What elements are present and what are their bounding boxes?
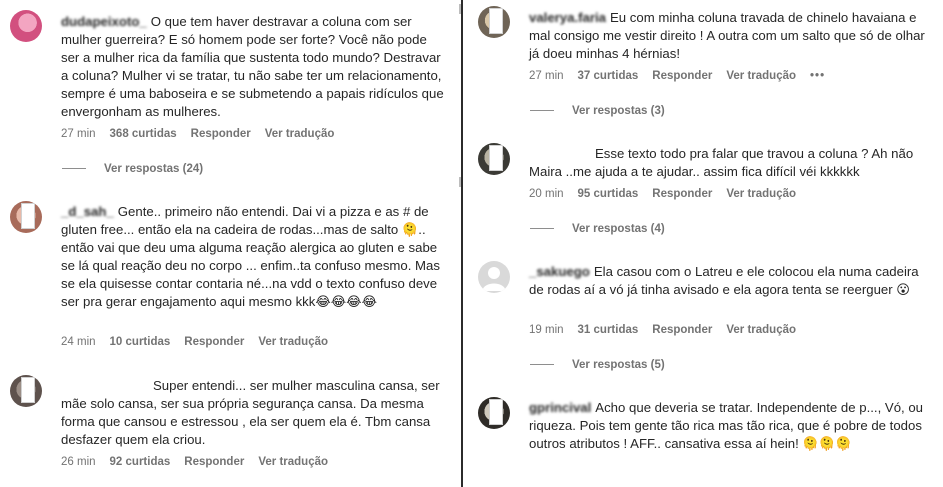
view-replies-label[interactable]: Ver respostas (3) — [572, 105, 665, 117]
scroll-marker — [459, 4, 461, 14]
replies-line — [62, 168, 86, 170]
comment-meta: 26 min 92 curtidas Responder Ver tradução — [61, 456, 342, 468]
comment-time: 27 min — [61, 128, 96, 140]
comment-meta: 27 min 37 curtidas Responder Ver tradução ••… — [529, 70, 839, 82]
reply-button[interactable]: Responder — [184, 456, 244, 468]
comment-body: O que tem haver destravar a coluna com s… — [61, 14, 444, 119]
comment-likes[interactable]: 368 curtidas — [110, 128, 177, 140]
replies-line — [530, 228, 554, 230]
comment-username[interactable]: valerya.faria — [529, 10, 606, 25]
comment-likes[interactable]: 37 curtidas — [578, 70, 639, 82]
comment-meta: 24 min 10 curtidas Responder Ver tradução — [61, 336, 342, 348]
view-replies-button[interactable]: Ver respostas (5) — [530, 359, 665, 371]
comment-time: 27 min — [529, 70, 564, 82]
avatar[interactable] — [478, 397, 510, 429]
avatar[interactable] — [478, 143, 510, 175]
replies-line — [530, 364, 554, 366]
avatar[interactable] — [10, 201, 42, 233]
view-replies-button[interactable]: Ver respostas (24) — [62, 163, 203, 175]
comment-time: 19 min — [529, 324, 564, 336]
comment-body: Esse texto todo pra falar que travou a c… — [529, 146, 914, 179]
comment-time: 24 min — [61, 336, 96, 348]
avatar-redaction — [489, 8, 503, 34]
view-replies-button[interactable]: Ver respostas (4) — [530, 223, 665, 235]
avatar-redaction — [489, 399, 503, 425]
left-comments-panel: dudapeixoto_ O que tem haver destravar a … — [0, 0, 455, 487]
reply-button[interactable]: Responder — [652, 70, 712, 82]
comment-likes[interactable]: 92 curtidas — [110, 456, 171, 468]
comment-text: Super entendi... ser mulher masculina ca… — [61, 377, 446, 449]
translate-button[interactable]: Ver tradução — [258, 336, 328, 348]
comment-username[interactable]: _sakuego — [529, 264, 590, 279]
avatar[interactable] — [478, 261, 510, 293]
translate-button[interactable]: Ver tradução — [726, 324, 796, 336]
comment-time: 20 min — [529, 188, 564, 200]
panel-divider — [461, 0, 463, 487]
avatar[interactable] — [10, 375, 42, 407]
comment-username[interactable]: _d_sah_ — [61, 204, 114, 219]
more-options-icon[interactable]: ••• — [810, 70, 825, 82]
comment-meta: 19 min 31 curtidas Responder Ver tradução — [529, 324, 810, 336]
view-replies-button[interactable]: Ver respostas (3) — [530, 105, 665, 117]
comment-likes[interactable]: 10 curtidas — [110, 336, 171, 348]
reply-button[interactable]: Responder — [652, 324, 712, 336]
comment-likes[interactable]: 95 curtidas — [578, 188, 639, 200]
avatar-redaction — [21, 377, 35, 403]
comment-body: Gente.. primeiro não entendi. Dai vi a p… — [61, 204, 440, 309]
default-avatar-icon — [482, 267, 506, 291]
translate-button[interactable]: Ver tradução — [726, 70, 796, 82]
comment-time: 26 min — [61, 456, 96, 468]
translate-button[interactable]: Ver tradução — [265, 128, 335, 140]
comment-text: valerya.faria Eu com minha coluna travada… — [529, 9, 934, 63]
comment-text: gprincival Acho que deveria se tratar. In… — [529, 399, 934, 453]
avatar-redaction — [489, 145, 503, 171]
avatar[interactable] — [478, 6, 510, 38]
comment-meta: 27 min 368 curtidas Responder Ver tradução — [61, 128, 348, 140]
comment-text: Esse texto todo pra falar que travou a c… — [529, 145, 934, 181]
view-replies-label[interactable]: Ver respostas (5) — [572, 359, 665, 371]
comment-username[interactable]: gprincival — [529, 400, 591, 415]
view-replies-label[interactable]: Ver respostas (24) — [104, 163, 203, 175]
translate-button[interactable]: Ver tradução — [258, 456, 328, 468]
comment-username[interactable]: dudapeixoto_ — [61, 14, 147, 29]
avatar[interactable] — [10, 10, 42, 42]
comment-likes[interactable]: 31 curtidas — [578, 324, 639, 336]
right-comments-panel: valerya.faria Eu com minha coluna travada… — [468, 0, 943, 487]
view-replies-label[interactable]: Ver respostas (4) — [572, 223, 665, 235]
reply-button[interactable]: Responder — [191, 128, 251, 140]
comment-text: _d_sah_ Gente.. primeiro não entendi. Dai… — [61, 203, 446, 311]
comment-body: Super entendi... ser mulher masculina ca… — [61, 378, 440, 447]
comment-text: _sakuego Ela casou com o Latreu e ele col… — [529, 263, 934, 299]
avatar-redaction — [21, 203, 35, 229]
reply-button[interactable]: Responder — [184, 336, 244, 348]
reply-button[interactable]: Responder — [652, 188, 712, 200]
comment-meta: 20 min 95 curtidas Responder Ver tradução — [529, 188, 810, 200]
scroll-marker — [459, 177, 461, 187]
translate-button[interactable]: Ver tradução — [726, 188, 796, 200]
comment-text: dudapeixoto_ O que tem haver destravar a … — [61, 13, 446, 121]
replies-line — [530, 110, 554, 112]
